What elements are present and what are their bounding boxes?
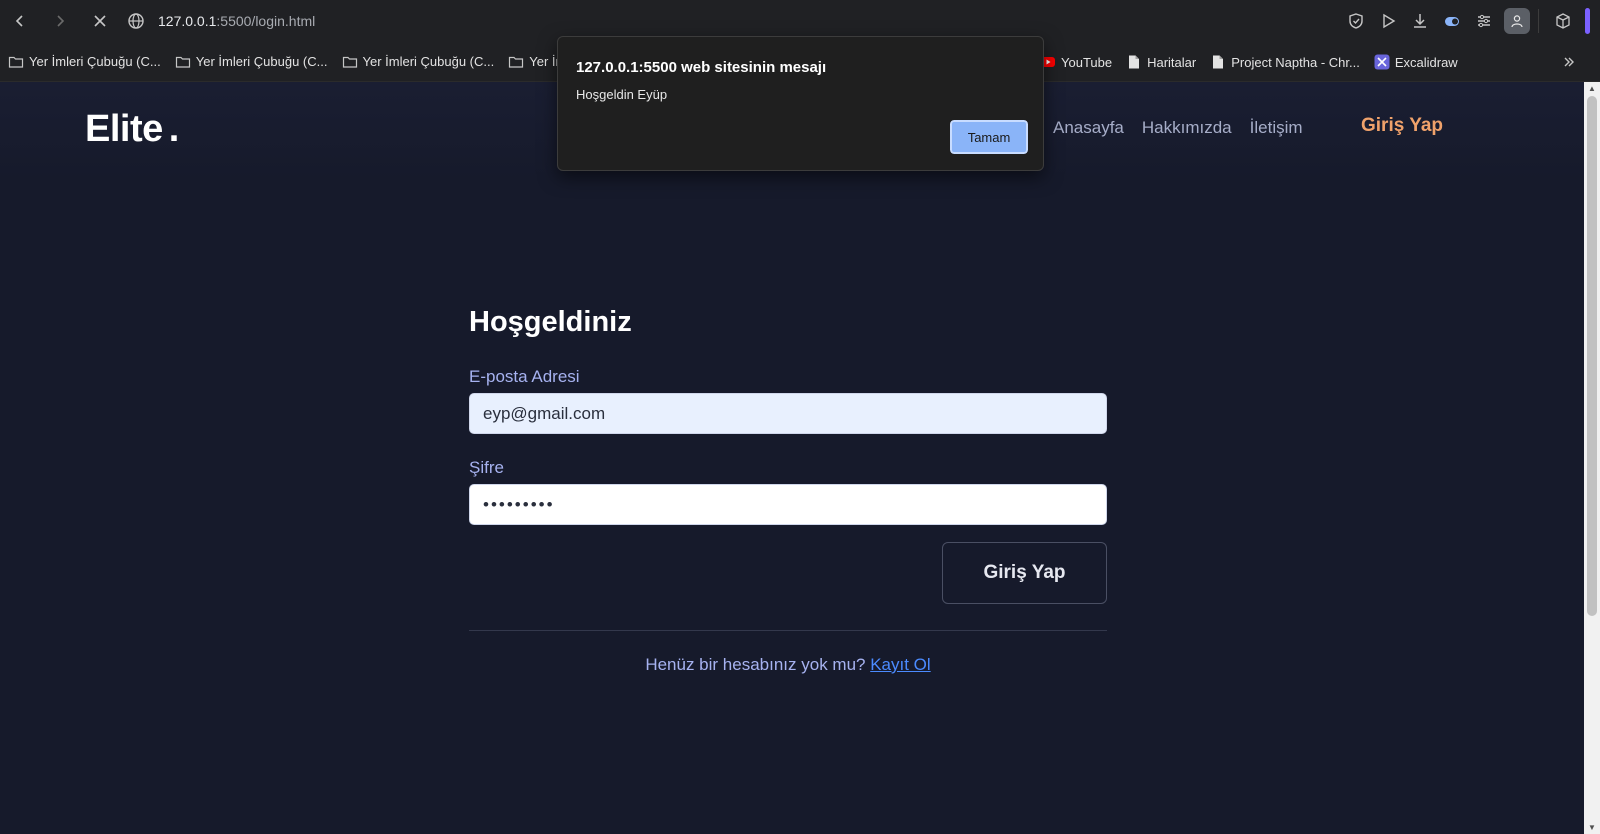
more-bookmarks-button[interactable] bbox=[1562, 42, 1576, 82]
scroll-down-arrow-icon[interactable]: ▼ bbox=[1588, 823, 1596, 832]
toolbar-divider bbox=[1538, 9, 1539, 33]
excalidraw-icon bbox=[1374, 54, 1390, 70]
login-submit-button[interactable]: Giriş Yap bbox=[942, 542, 1107, 604]
shield-icon bbox=[1349, 13, 1363, 29]
bookmark-label: Yer İmleri Çubuğu (C... bbox=[29, 54, 161, 69]
bookmark-project-naptha[interactable]: Project Naptha - Chr... bbox=[1210, 54, 1360, 70]
url-text: 127.0.0.1:5500/login.html bbox=[158, 13, 315, 29]
page-icon bbox=[1213, 55, 1224, 69]
bookmark-label: Haritalar bbox=[1147, 54, 1197, 70]
globe-icon bbox=[128, 13, 144, 29]
downloads-button[interactable] bbox=[1404, 5, 1436, 37]
bookmark-youtube[interactable]: YouTube bbox=[1040, 54, 1112, 70]
double-chevron-right-icon bbox=[1564, 57, 1574, 67]
logo-dot: . bbox=[168, 108, 180, 150]
bookmark-folder-1[interactable]: Yer İmleri Çubuğu (C... bbox=[8, 54, 161, 70]
password-label: Şifre bbox=[469, 458, 504, 477]
page-viewport: Elite. Anasayfa Hakkımızda İletişim Giri… bbox=[0, 82, 1584, 834]
logo-text: Elite bbox=[85, 108, 163, 150]
form-title: Hoşgeldiniz bbox=[469, 306, 632, 338]
scroll-up-arrow-icon[interactable]: ▲ bbox=[1588, 84, 1596, 93]
scroll-thumb[interactable] bbox=[1587, 96, 1597, 616]
stop-loading-button[interactable] bbox=[80, 0, 120, 42]
close-icon bbox=[94, 15, 106, 27]
bookmark-label: Project Naptha - Chr... bbox=[1231, 54, 1360, 70]
password-field[interactable]: ••••••••• bbox=[469, 484, 1107, 525]
bookmark-folder-2[interactable]: Yer İmleri Çubuğu (C... bbox=[175, 54, 328, 70]
signup-prompt: Henüz bir hesabınız yok mu? Kayıt Ol bbox=[469, 655, 1107, 675]
signup-link[interactable]: Kayıt Ol bbox=[870, 655, 930, 674]
site-logo[interactable]: Elite. bbox=[85, 108, 179, 151]
user-icon bbox=[1511, 15, 1523, 28]
play-icon bbox=[1383, 13, 1396, 29]
profile-button[interactable] bbox=[1504, 8, 1530, 34]
side-panel-accent bbox=[1585, 8, 1590, 34]
folder-icon bbox=[509, 56, 524, 68]
nav-link-anasayfa[interactable]: Anasayfa bbox=[1053, 118, 1124, 138]
email-field[interactable]: eyp@gmail.com bbox=[469, 393, 1107, 434]
play-button[interactable] bbox=[1372, 5, 1404, 37]
nav-link-iletisim[interactable]: İletişim bbox=[1250, 118, 1303, 138]
dialog-message: Hoşgeldin Eyüp bbox=[576, 87, 668, 102]
address-bar[interactable]: 127.0.0.1:5500/login.html bbox=[126, 0, 315, 42]
bookmark-folder-3[interactable]: Yer İmleri Çubuğu (C... bbox=[342, 54, 495, 70]
alert-dialog: 127.0.0.1:5500 web sitesinin mesajı Hoşg… bbox=[557, 36, 1044, 171]
cube-icon bbox=[1556, 13, 1570, 29]
customize-button[interactable] bbox=[1468, 5, 1500, 37]
folder-icon bbox=[8, 56, 24, 68]
shield-button[interactable] bbox=[1340, 5, 1372, 37]
main-nav: Anasayfa Hakkımızda İletişim bbox=[1053, 118, 1321, 138]
header-login-link[interactable]: Giriş Yap bbox=[1361, 115, 1443, 137]
url-host: 127.0.0.1 bbox=[158, 13, 217, 29]
form-divider bbox=[469, 630, 1107, 631]
dialog-ok-button[interactable]: Tamam bbox=[949, 119, 1029, 155]
chevron-left-icon bbox=[15, 15, 23, 27]
bookmark-haritalar[interactable]: Haritalar bbox=[1126, 54, 1196, 70]
toggle-icon bbox=[1445, 17, 1459, 26]
extension-toggle-button[interactable] bbox=[1436, 5, 1468, 37]
dialog-title: 127.0.0.1:5500 web sitesinin mesajı bbox=[576, 59, 827, 76]
bookmark-label: Excalidraw bbox=[1394, 54, 1458, 70]
toolbar-actions bbox=[1340, 0, 1600, 42]
bookmark-label: YouTube bbox=[1061, 54, 1113, 70]
bookmarks-right-group: YouTube Haritalar Project Naptha - Chr..… bbox=[1040, 42, 1472, 82]
bookmark-excalidraw[interactable]: Excalidraw bbox=[1374, 54, 1458, 70]
url-path: :5500/login.html bbox=[216, 13, 316, 29]
page-icon bbox=[1129, 55, 1140, 69]
submit-row: Giriş Yap bbox=[469, 542, 1107, 604]
sliders-icon bbox=[1478, 14, 1490, 28]
download-icon bbox=[1414, 14, 1426, 28]
page-scrollbar[interactable]: ▲ ▼ bbox=[1584, 82, 1600, 834]
back-button[interactable] bbox=[0, 0, 40, 42]
bookmark-label: Yer İmleri Çubuğu (C... bbox=[195, 54, 328, 69]
folder-icon bbox=[175, 56, 190, 68]
nav-link-hakkimizda[interactable]: Hakkımızda bbox=[1142, 118, 1232, 138]
folder-icon bbox=[342, 56, 357, 68]
forward-button[interactable] bbox=[40, 0, 80, 42]
extensions-button[interactable] bbox=[1547, 5, 1579, 37]
login-form: Hoşgeldiniz E-posta Adresi eyp@gmail.com… bbox=[469, 306, 1107, 675]
chevron-right-icon bbox=[57, 15, 65, 27]
bookmark-label: Yer İmleri Çubuğu (C... bbox=[362, 54, 495, 69]
signup-prompt-text: Henüz bir hesabınız yok mu? bbox=[645, 655, 866, 674]
email-label: E-posta Adresi bbox=[469, 367, 580, 386]
